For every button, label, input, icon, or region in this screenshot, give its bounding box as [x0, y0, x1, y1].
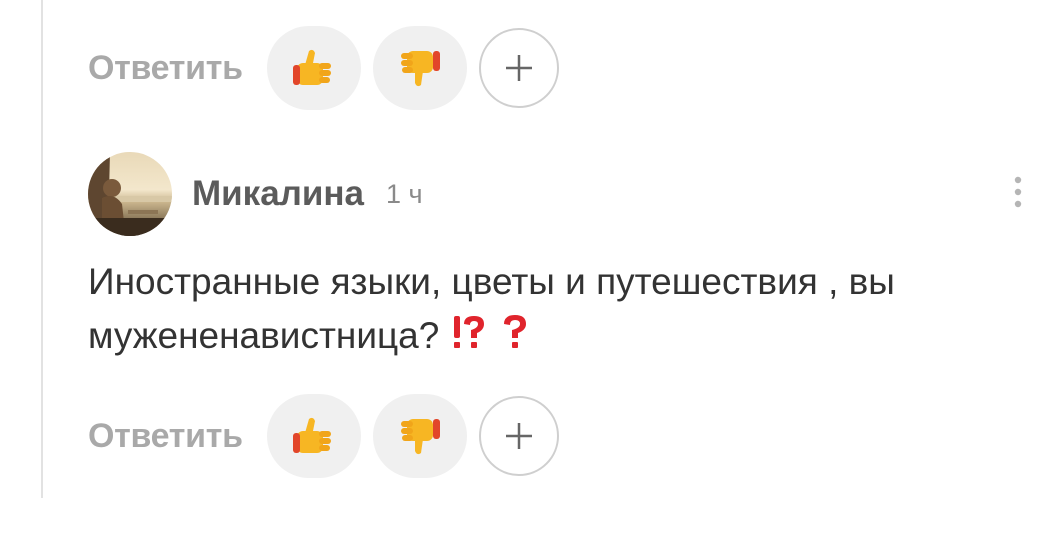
thumbs-down-button[interactable]: [372, 26, 467, 110]
reply-link[interactable]: Ответить: [88, 417, 243, 456]
thumbs-down-button[interactable]: [372, 394, 467, 478]
avatar[interactable]: [88, 152, 172, 236]
comment-actions: Ответить: [88, 394, 559, 478]
thumbs-up-icon: [292, 49, 331, 85]
author-name[interactable]: Микалина: [192, 174, 364, 214]
more-options-button[interactable]: [1008, 174, 1028, 214]
thumbs-down-icon: [400, 419, 440, 455]
plus-icon: [505, 55, 532, 81]
plus-icon: [505, 423, 532, 449]
comment-time: 1 ч: [386, 178, 423, 209]
thread-line: [41, 0, 43, 498]
more-vertical-icon: [1014, 176, 1022, 208]
thumbs-down-icon: [400, 51, 440, 87]
comment-header: Микалина 1 ч: [88, 152, 1028, 236]
exclamation-question-icon: [453, 316, 484, 348]
add-reaction-button[interactable]: [478, 396, 559, 476]
comment-body: Иностранные языки, цветы и путешествия ,…: [88, 261, 895, 356]
thumbs-up-button[interactable]: [266, 26, 361, 110]
reply-link[interactable]: Ответить: [88, 49, 243, 88]
thumbs-up-button[interactable]: [266, 394, 361, 478]
red-question-icon: [503, 315, 526, 348]
avatar-image: [88, 152, 172, 236]
top-comment-actions: Ответить: [88, 26, 559, 110]
thumbs-up-icon: [292, 417, 331, 453]
comment-text: Иностранные языки, цветы и путешествия ,…: [88, 255, 1038, 363]
add-reaction-button[interactable]: [478, 28, 559, 108]
